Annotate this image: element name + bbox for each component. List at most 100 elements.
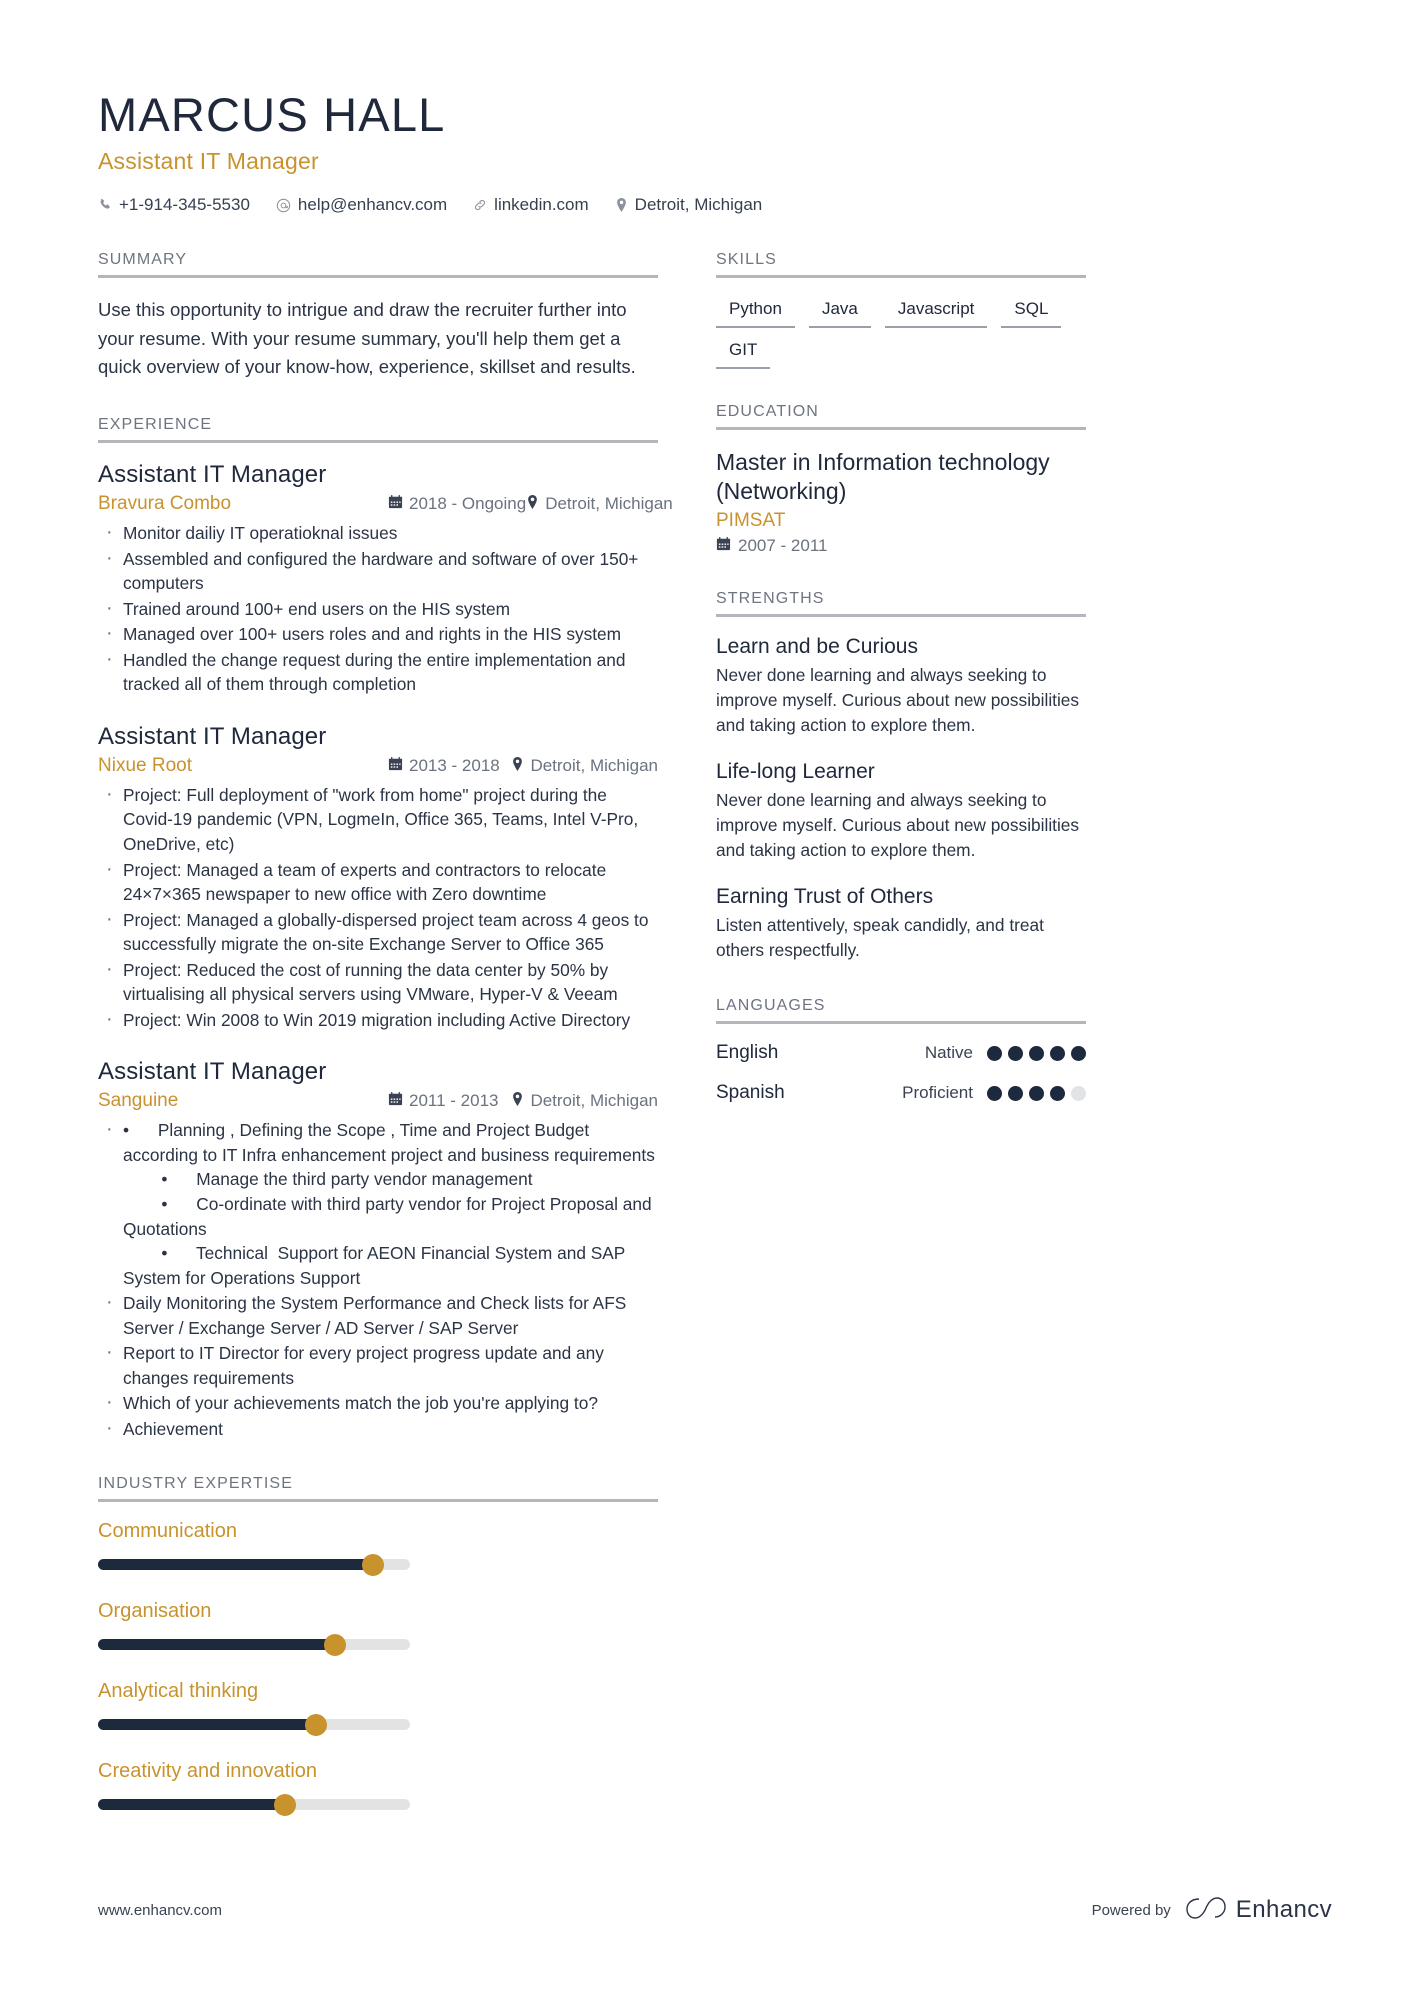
expertise-slider[interactable]	[98, 1633, 410, 1656]
expertise-label: Creativity and innovation	[98, 1760, 318, 1783]
expertise-label: Analytical thinking	[98, 1680, 259, 1703]
expertise-item: Analytical thinking	[98, 1680, 410, 1736]
strength-description: Never done learning and always seeking t…	[716, 789, 1080, 860]
list-item: Assembled and configured the hardware an…	[98, 544, 658, 596]
summary-section: SUMMARY Use this opportunity to intrigue…	[98, 251, 658, 382]
experience-section: EXPERIENCE Assistant IT Manager Bravura C…	[98, 416, 673, 1442]
skill-tag[interactable]: Java	[808, 296, 871, 329]
footer-website[interactable]: www.enhancv.com	[98, 1902, 222, 1919]
experience-heading: EXPERIENCE	[98, 416, 658, 444]
resume-header: MARCUS HALL Assistant IT Manager +1-914-…	[98, 88, 1332, 215]
contact-location: Detroit, Michigan	[615, 195, 763, 215]
experience-date: 2011 - 2013	[388, 1091, 511, 1111]
list-item: Project: Win 2008 to Win 2019 migration …	[98, 1005, 658, 1033]
page-title: MARCUS HALL	[98, 88, 446, 141]
experience-location-text: Detroit, Michigan	[530, 755, 658, 775]
experience-role: Assistant IT Manager	[98, 722, 327, 750]
summary-text: Use this opportunity to intrigue and dra…	[98, 299, 636, 378]
experience-entry: Assistant IT Manager Sanguine 2011 - 2013 D…	[98, 1058, 658, 1441]
email-icon	[276, 198, 291, 213]
location-pin-icon	[615, 198, 628, 213]
enhancv-mark-icon	[1185, 1895, 1227, 1925]
language-row: Spanish Proficient	[716, 1082, 1086, 1104]
list-item: Achievement	[98, 1414, 658, 1442]
language-level: Proficient	[902, 1083, 973, 1103]
languages-section: LANGUAGES English Native Spanish Proficient	[716, 997, 1086, 1104]
strength-description: Never done learning and always seeking t…	[716, 664, 1080, 735]
contact-email[interactable]: help@enhancv.com	[276, 195, 447, 215]
contact-link-text: linkedin.com	[494, 195, 589, 215]
phone-icon	[98, 198, 112, 212]
experience-role: Assistant IT Manager	[98, 461, 327, 489]
list-item: Trained around 100+ end users on the HIS…	[98, 594, 658, 622]
list-item: Project: Managed a globally-dispersed pr…	[98, 905, 658, 957]
education-entry: Master in Information technology (Networ…	[716, 448, 1086, 556]
experience-date-text: 2018 - Ongoing	[409, 494, 527, 514]
language-name: English	[716, 1042, 779, 1064]
experience-date-text: 2011 - 2013	[409, 1091, 499, 1111]
location-pin-icon	[526, 494, 539, 514]
location-pin-icon	[511, 756, 524, 776]
industry-expertise-heading: INDUSTRY EXPERTISE	[98, 1475, 658, 1503]
expertise-slider[interactable]	[98, 1793, 410, 1816]
experience-company: Nixue Root	[98, 754, 192, 776]
expertise-slider[interactable]	[98, 1553, 410, 1576]
experience-role: Assistant IT Manager	[98, 1058, 327, 1086]
skill-tag[interactable]: SQL	[1001, 296, 1062, 329]
list-item: Report to IT Director for every project …	[98, 1338, 658, 1390]
list-item: Monitor dailiy IT operatioknal issues	[98, 518, 658, 546]
education-degree: Master in Information technology (Networ…	[716, 449, 1050, 504]
experience-bullets: Monitor dailiy IT operatioknal issuesAss…	[98, 518, 658, 697]
contact-email-text: help@enhancv.com	[297, 195, 448, 215]
experience-meta: Sanguine 2011 - 2013 Detroit, Michigan	[98, 1090, 658, 1112]
proficiency-dot	[1050, 1085, 1065, 1101]
proficiency-dot	[1008, 1085, 1023, 1101]
proficiency-dots	[987, 1045, 1086, 1061]
skills-section: SKILLS Python Java Javascript SQL GIT	[716, 251, 1086, 370]
experience-location-text: Detroit, Michigan	[545, 494, 673, 514]
skill-tag[interactable]: GIT	[716, 337, 771, 370]
slider-knob[interactable]	[305, 1713, 328, 1736]
slider-knob[interactable]	[274, 1793, 297, 1816]
list-item: Project: Reduced the cost of running the…	[98, 955, 658, 1007]
contact-link[interactable]: linkedin.com	[473, 195, 589, 215]
calendar-icon	[388, 1091, 403, 1111]
experience-date: 2013 - 2018	[388, 756, 511, 776]
experience-location-text: Detroit, Michigan	[530, 1091, 658, 1111]
education-school: PIMSAT	[716, 509, 786, 531]
expertise-grid: Communication Organisation Analytical thin…	[98, 1520, 658, 1816]
expertise-label: Organisation	[98, 1600, 212, 1623]
slider-knob[interactable]	[324, 1633, 347, 1656]
experience-meta: Nixue Root 2013 - 2018 Detroit, Michigan	[98, 755, 658, 777]
header-job-title: Assistant IT Manager	[98, 148, 319, 175]
education-date-text: 2007 - 2011	[738, 535, 828, 555]
experience-bullets: • Planning , Defining the Scope , Time a…	[98, 1115, 658, 1442]
list-item: Project: Managed a team of experts and c…	[98, 855, 658, 907]
proficiency-dot	[987, 1085, 1002, 1101]
list-item: Which of your achievements match the job…	[98, 1388, 658, 1416]
strengths-list: Learn and be Curious Never done learning …	[716, 635, 1086, 964]
experience-meta: Bravura Combo 2018 - Ongoing Detroit, Mich…	[98, 493, 673, 515]
education-section: EDUCATION Master in Information technolo…	[716, 403, 1086, 556]
contact-location-text: Detroit, Michigan	[634, 195, 763, 215]
strength-item: Life-long Learner Never done learning and…	[716, 760, 1086, 863]
list-item: Daily Monitoring the System Performance …	[98, 1288, 658, 1340]
proficiency-dot	[1071, 1085, 1086, 1101]
skills-list: Python Java Javascript SQL GIT	[716, 296, 1086, 370]
skill-tag[interactable]: Javascript	[884, 296, 988, 329]
skill-tag[interactable]: Python	[716, 296, 795, 329]
languages-list: English Native Spanish Proficient	[716, 1042, 1086, 1104]
enhancv-logo: Enhancv	[1185, 1895, 1332, 1925]
strength-item: Learn and be Curious Never done learning …	[716, 635, 1086, 738]
contact-row: +1-914-345-5530 help@enhancv.com linkedi…	[98, 195, 1332, 215]
proficiency-dot	[1029, 1085, 1044, 1101]
contact-phone[interactable]: +1-914-345-5530	[98, 195, 250, 215]
right-column: SKILLS Python Java Javascript SQL GIT EDUCAT…	[716, 251, 1086, 1138]
slider-knob[interactable]	[361, 1553, 384, 1576]
strength-title: Life-long Learner	[716, 759, 875, 783]
slider-fill	[98, 1719, 317, 1731]
experience-company: Sanguine	[98, 1090, 179, 1112]
expertise-slider[interactable]	[98, 1713, 410, 1736]
education-heading: EDUCATION	[716, 403, 1086, 431]
summary-heading: SUMMARY	[98, 251, 658, 279]
